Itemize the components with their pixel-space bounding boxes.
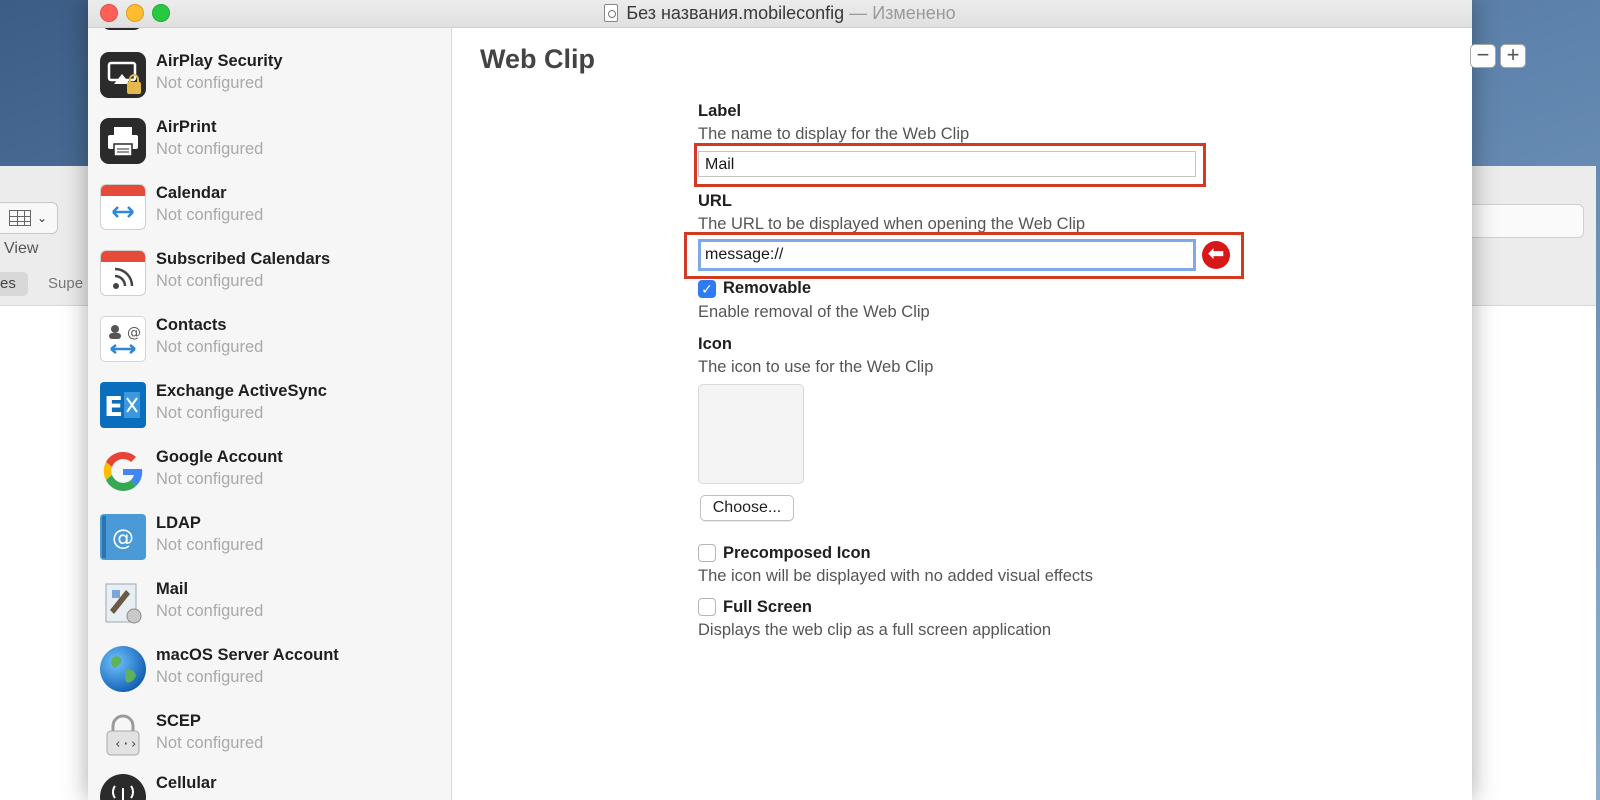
sidebar-item-status: Not configured [156,272,264,290]
sidebar-item-contacts[interactable]: @ Contacts Not configured [100,316,440,380]
svg-text:@: @ [127,325,141,341]
add-payload-button[interactable]: + [1500,44,1526,68]
remove-payload-button[interactable]: − [1470,44,1496,68]
sidebar-item-status: Not configured [156,140,264,158]
sidebar-item-cellular[interactable]: Cellular [100,774,440,800]
window-title-filename: Без названия.mobileconfig [626,3,845,23]
error-arrow-icon: ⬅ [1202,241,1230,269]
sidebar-item-status: Not configured [156,470,264,488]
payload-sidebar[interactable]: AirPlay Security Not configured AirPrint… [88,28,452,800]
background-tab-2[interactable]: Supe [48,275,83,292]
scep-lock-icon: ‹·› [100,712,146,758]
document-icon [604,4,619,22]
label-field-title: Label [698,102,742,120]
airplay-security-icon [100,52,146,98]
sidebar-item-label: SCEP [156,712,201,730]
sidebar-item-scep[interactable]: ‹·› SCEP Not configured [100,712,440,776]
sidebar-item-exchange-activesync[interactable]: E Exchange ActiveSync Not configured [100,382,440,446]
sidebar-item-label: Mail [156,580,189,598]
full-screen-label: Full Screen [723,598,812,616]
sidebar-item-status: Not configured [156,536,264,554]
background-tab-1[interactable]: es [0,272,28,296]
sidebar-item-label: AirPrint [156,118,217,136]
exchange-icon: E [100,382,146,428]
sidebar-item-mail[interactable]: Mail Not configured [100,580,440,644]
sidebar-item-status: Not configured [156,734,264,752]
payload-editor: Web Clip − + Label The name to display f… [452,28,1526,800]
sidebar-item-label: Exchange ActiveSync [156,382,327,400]
choose-icon-button[interactable]: Choose... [700,495,794,521]
sidebar-item-label: macOS Server Account [156,646,339,664]
grid-view-icon [8,210,31,226]
sidebar-item-google-account[interactable]: Google Account Not configured [100,448,440,512]
sidebar-item-label: AirPlay Security [156,52,283,70]
calendar-icon [100,184,146,230]
previous-item-icon [102,28,142,30]
sidebar-item-label: Contacts [156,316,227,334]
sidebar-item-subscribed-calendars[interactable]: Subscribed Calendars Not configured [100,250,440,314]
sidebar-item-airprint[interactable]: AirPrint Not configured [100,118,440,182]
removable-description: Enable removal of the Web Clip [698,303,930,321]
sidebar-item-airplay-security[interactable]: AirPlay Security Not configured [100,52,440,116]
sidebar-item-status: Not configured [156,74,264,92]
view-label: View [4,240,39,257]
sidebar-item-status: Not configured [156,404,264,422]
globe-icon [100,646,146,692]
sidebar-item-macos-server-account[interactable]: macOS Server Account Not configured [100,646,440,710]
configurator-window: Без названия.mobileconfig — Изменено Air… [88,0,1526,800]
svg-text:E: E [104,390,123,423]
sidebar-item-status: Not configured [156,668,264,686]
title-bar: Без названия.mobileconfig — Изменено [88,0,1472,28]
printer-icon [100,118,146,164]
chevron-down-icon: ⌄ [36,211,47,225]
sidebar-item-label: Google Account [156,448,283,466]
icon-field-title: Icon [698,335,732,353]
window-title-status: Изменено [872,3,956,23]
precomposed-icon-checkbox[interactable] [698,544,716,562]
google-icon [100,448,146,494]
removable-checkbox[interactable]: ✓ [698,280,716,298]
sidebar-item-label: Cellular [156,774,217,792]
icon-image-well[interactable] [698,384,804,484]
sidebar-item-status: Not configured [156,206,264,224]
sidebar-item-label: Calendar [156,184,227,202]
label-input[interactable]: Mail [698,151,1196,177]
window-title-separator: — [844,3,873,23]
svg-text:‹·›: ‹·› [114,737,137,752]
cellular-icon [100,774,146,800]
subscribed-calendar-icon [100,250,146,296]
sidebar-item-status: Not configured [156,338,264,356]
precomposed-icon-label: Precomposed Icon [723,544,871,562]
ldap-icon: @ [100,514,146,560]
mail-icon [100,580,146,626]
sidebar-item-label: LDAP [156,514,201,532]
sidebar-item-ldap[interactable]: @ LDAP Not configured [100,514,440,578]
full-screen-description: Displays the web clip as a full screen a… [698,621,1052,639]
sidebar-item-status: Not configured [156,602,264,620]
removable-label: Removable [723,279,812,297]
sidebar-item-label: Subscribed Calendars [156,250,331,268]
url-field-title: URL [698,192,732,210]
section-title: Web Clip [480,44,596,74]
sidebar-item-calendar[interactable]: Calendar Not configured [100,184,440,248]
precomposed-icon-description: The icon will be displayed with no added… [698,567,1094,585]
url-input[interactable]: message:// [698,239,1196,271]
label-field-description: The name to display for the Web Clip [698,125,970,143]
contacts-icon: @ [100,316,146,362]
full-screen-checkbox[interactable] [698,598,716,616]
svg-text:@: @ [112,526,134,551]
icon-field-description: The icon to use for the Web Clip [698,358,934,376]
view-button[interactable]: ⌄ [0,202,58,234]
window-title: Без названия.mobileconfig — Изменено [88,3,1472,24]
